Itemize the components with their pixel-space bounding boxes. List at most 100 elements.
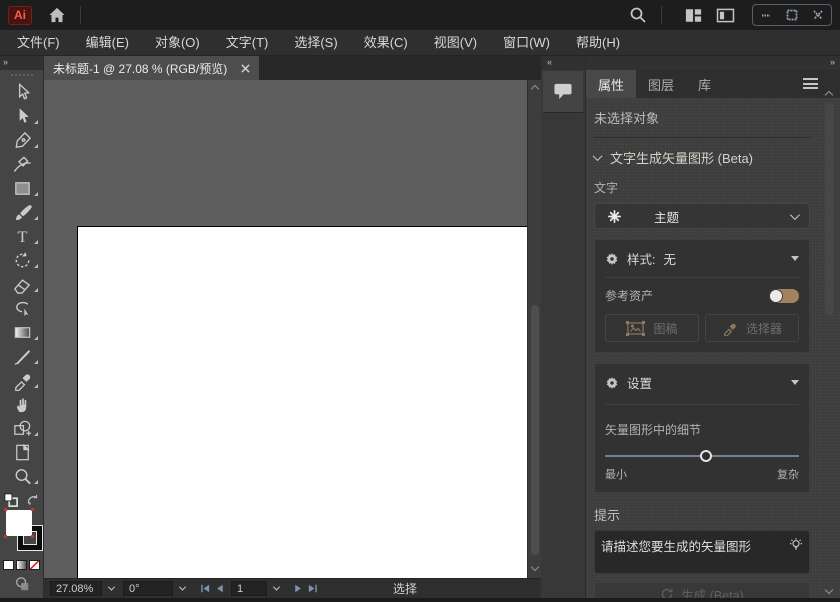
pen-tool[interactable] — [0, 128, 44, 152]
reference-asset-toggle[interactable] — [769, 288, 799, 303]
artwork-button[interactable]: 图稿 — [605, 314, 699, 342]
detail-min-label: 最小 — [605, 469, 627, 481]
scroll-up-icon[interactable] — [824, 90, 834, 100]
arrange-documents-icon[interactable] — [712, 4, 738, 26]
t2v-section-title: 文字生成矢量图形 (Beta) — [610, 151, 754, 166]
scroll-up-icon[interactable] — [530, 84, 540, 94]
t2v-section-header[interactable]: 文字生成矢量图形 (Beta) — [592, 148, 810, 167]
app-logo[interactable]: Ai — [8, 5, 32, 25]
canvas-vertical-scrollbar[interactable] — [527, 80, 541, 578]
comments-panel-button[interactable] — [543, 71, 583, 113]
artwork-image-icon — [626, 320, 646, 336]
zoom-level-field[interactable]: 27.08% — [50, 581, 102, 596]
direct-selection-tool-icon — [19, 107, 29, 123]
collapse-panel-icon[interactable]: » — [586, 56, 840, 70]
chevron-down-icon — [789, 209, 800, 220]
maximize-icon[interactable] — [779, 5, 805, 25]
artboard-number-field[interactable]: 1 — [231, 581, 267, 596]
swap-colors-icon[interactable] — [26, 494, 39, 507]
collapse-dock-icon[interactable]: « — [541, 56, 585, 70]
search-icon[interactable] — [625, 4, 651, 26]
picker-button[interactable]: 选择器 — [705, 314, 799, 342]
gradient-tool-icon — [14, 326, 30, 338]
eyedropper-tool[interactable] — [0, 368, 44, 392]
expand-dock-icon[interactable]: » — [0, 56, 43, 70]
rotation-dropdown-icon[interactable] — [173, 581, 191, 596]
curvature-tool[interactable] — [0, 152, 44, 176]
titlebar-divider — [661, 6, 662, 24]
prompt-suggestion-bulb-icon[interactable] — [788, 537, 804, 553]
style-header[interactable]: 样式: 无 — [605, 249, 799, 268]
menu-file[interactable]: 文件(F) — [4, 30, 73, 55]
comment-bubble-icon — [554, 83, 572, 100]
settings-header[interactable]: 设置 — [605, 373, 799, 392]
style-label: 样式: — [627, 253, 656, 267]
toolbar-drag-handle[interactable] — [10, 74, 33, 76]
direct-selection-tool[interactable] — [0, 104, 44, 128]
prompt-textarea[interactable] — [595, 531, 809, 573]
draw-mode-button[interactable] — [0, 576, 43, 592]
none-fill-button[interactable] — [29, 560, 40, 570]
previous-artboard-icon[interactable] — [212, 581, 227, 596]
menu-object[interactable]: 对象(O) — [142, 30, 213, 55]
tab-properties[interactable]: 属性 — [586, 70, 637, 98]
panel-menu-icon[interactable] — [803, 78, 818, 89]
color-fill-button[interactable] — [3, 560, 14, 570]
tab-close-icon[interactable] — [241, 63, 250, 73]
generate-button[interactable]: 生成 (Beta) — [594, 582, 810, 598]
menu-select[interactable]: 选择(S) — [281, 30, 350, 55]
home-icon[interactable] — [44, 4, 70, 26]
detail-slider[interactable] — [605, 450, 799, 462]
menu-view[interactable]: 视图(V) — [421, 30, 490, 55]
zoom-tool[interactable] — [0, 464, 44, 488]
tab-libraries[interactable]: 库 — [686, 70, 723, 98]
tab-layers[interactable]: 图层 — [636, 70, 686, 98]
default-colors-icon[interactable] — [4, 493, 18, 507]
eraser-tool[interactable] — [0, 272, 44, 296]
rotation-field[interactable]: 0° — [123, 581, 173, 596]
hand-tool-icon — [16, 397, 26, 412]
artboard-tool[interactable] — [0, 440, 44, 464]
type-tool[interactable]: T — [0, 224, 44, 248]
detail-slider-handle[interactable] — [699, 450, 712, 462]
workspace-switcher-icon[interactable] — [680, 4, 706, 26]
selection-tool[interactable] — [0, 80, 44, 104]
gradient-tool[interactable] — [0, 320, 44, 344]
fill-color-swatch[interactable] — [4, 508, 32, 538]
scale-tool[interactable] — [0, 344, 44, 368]
hand-tool[interactable] — [0, 392, 44, 416]
panel-scrollbar-thumb[interactable] — [825, 103, 834, 315]
last-artboard-icon[interactable] — [306, 581, 321, 596]
menu-effect[interactable]: 效果(C) — [351, 30, 421, 55]
detail-label: 矢量图形中的细节 — [605, 423, 702, 437]
menu-window[interactable]: 窗口(W) — [490, 30, 563, 55]
lasso-tool[interactable] — [0, 296, 44, 320]
gear-icon — [606, 252, 618, 265]
rotate-tool[interactable] — [0, 248, 44, 272]
rectangle-tool[interactable] — [0, 176, 44, 200]
artboard[interactable] — [77, 226, 527, 578]
menu-edit[interactable]: 编辑(E) — [73, 30, 142, 55]
menu-help[interactable]: 帮助(H) — [563, 30, 633, 55]
generation-type-dropdown[interactable]: 主题 — [594, 203, 810, 229]
artboard-dropdown-icon[interactable] — [267, 581, 285, 596]
close-icon[interactable] — [805, 5, 831, 25]
paintbrush-tool[interactable] — [0, 200, 44, 224]
scroll-down-icon[interactable] — [530, 562, 540, 572]
lasso-tool-icon — [15, 301, 28, 316]
panel-vertical-scrollbar[interactable] — [822, 90, 837, 595]
document-tab[interactable]: 未标题-1 @ 27.08 % (RGB/预览) — [44, 56, 260, 80]
illustrator-window: Ai 文件(F) 编辑(E) 对象(O) 文字(T) 选择(S) 效果(C) 视… — [0, 0, 840, 602]
first-artboard-icon[interactable] — [197, 581, 212, 596]
menu-type[interactable]: 文字(T) — [213, 30, 282, 55]
shape-builder-tool[interactable] — [0, 416, 44, 440]
minimize-icon[interactable] — [753, 5, 779, 25]
gradient-fill-button[interactable] — [16, 560, 27, 570]
next-artboard-icon[interactable] — [291, 581, 306, 596]
canvas-scrollbar-thumb[interactable] — [531, 305, 539, 555]
canvas[interactable] — [44, 80, 541, 578]
zoom-dropdown-icon[interactable] — [102, 581, 120, 596]
zoom-tool-icon — [15, 468, 31, 484]
menubar: 文件(F) 编辑(E) 对象(O) 文字(T) 选择(S) 效果(C) 视图(V… — [0, 30, 840, 56]
scroll-down-icon[interactable] — [824, 585, 834, 595]
